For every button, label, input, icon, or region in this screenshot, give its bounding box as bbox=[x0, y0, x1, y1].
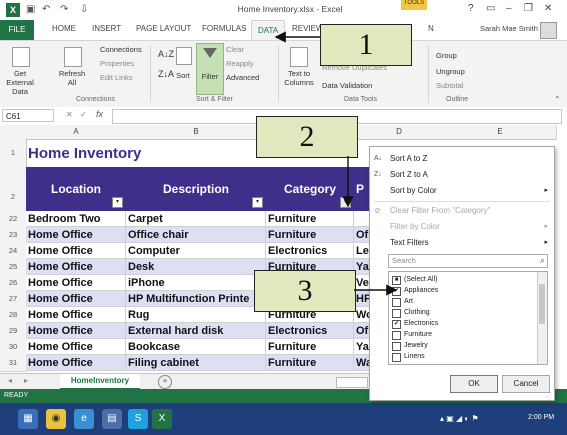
callout-arrows bbox=[274, 31, 398, 296]
